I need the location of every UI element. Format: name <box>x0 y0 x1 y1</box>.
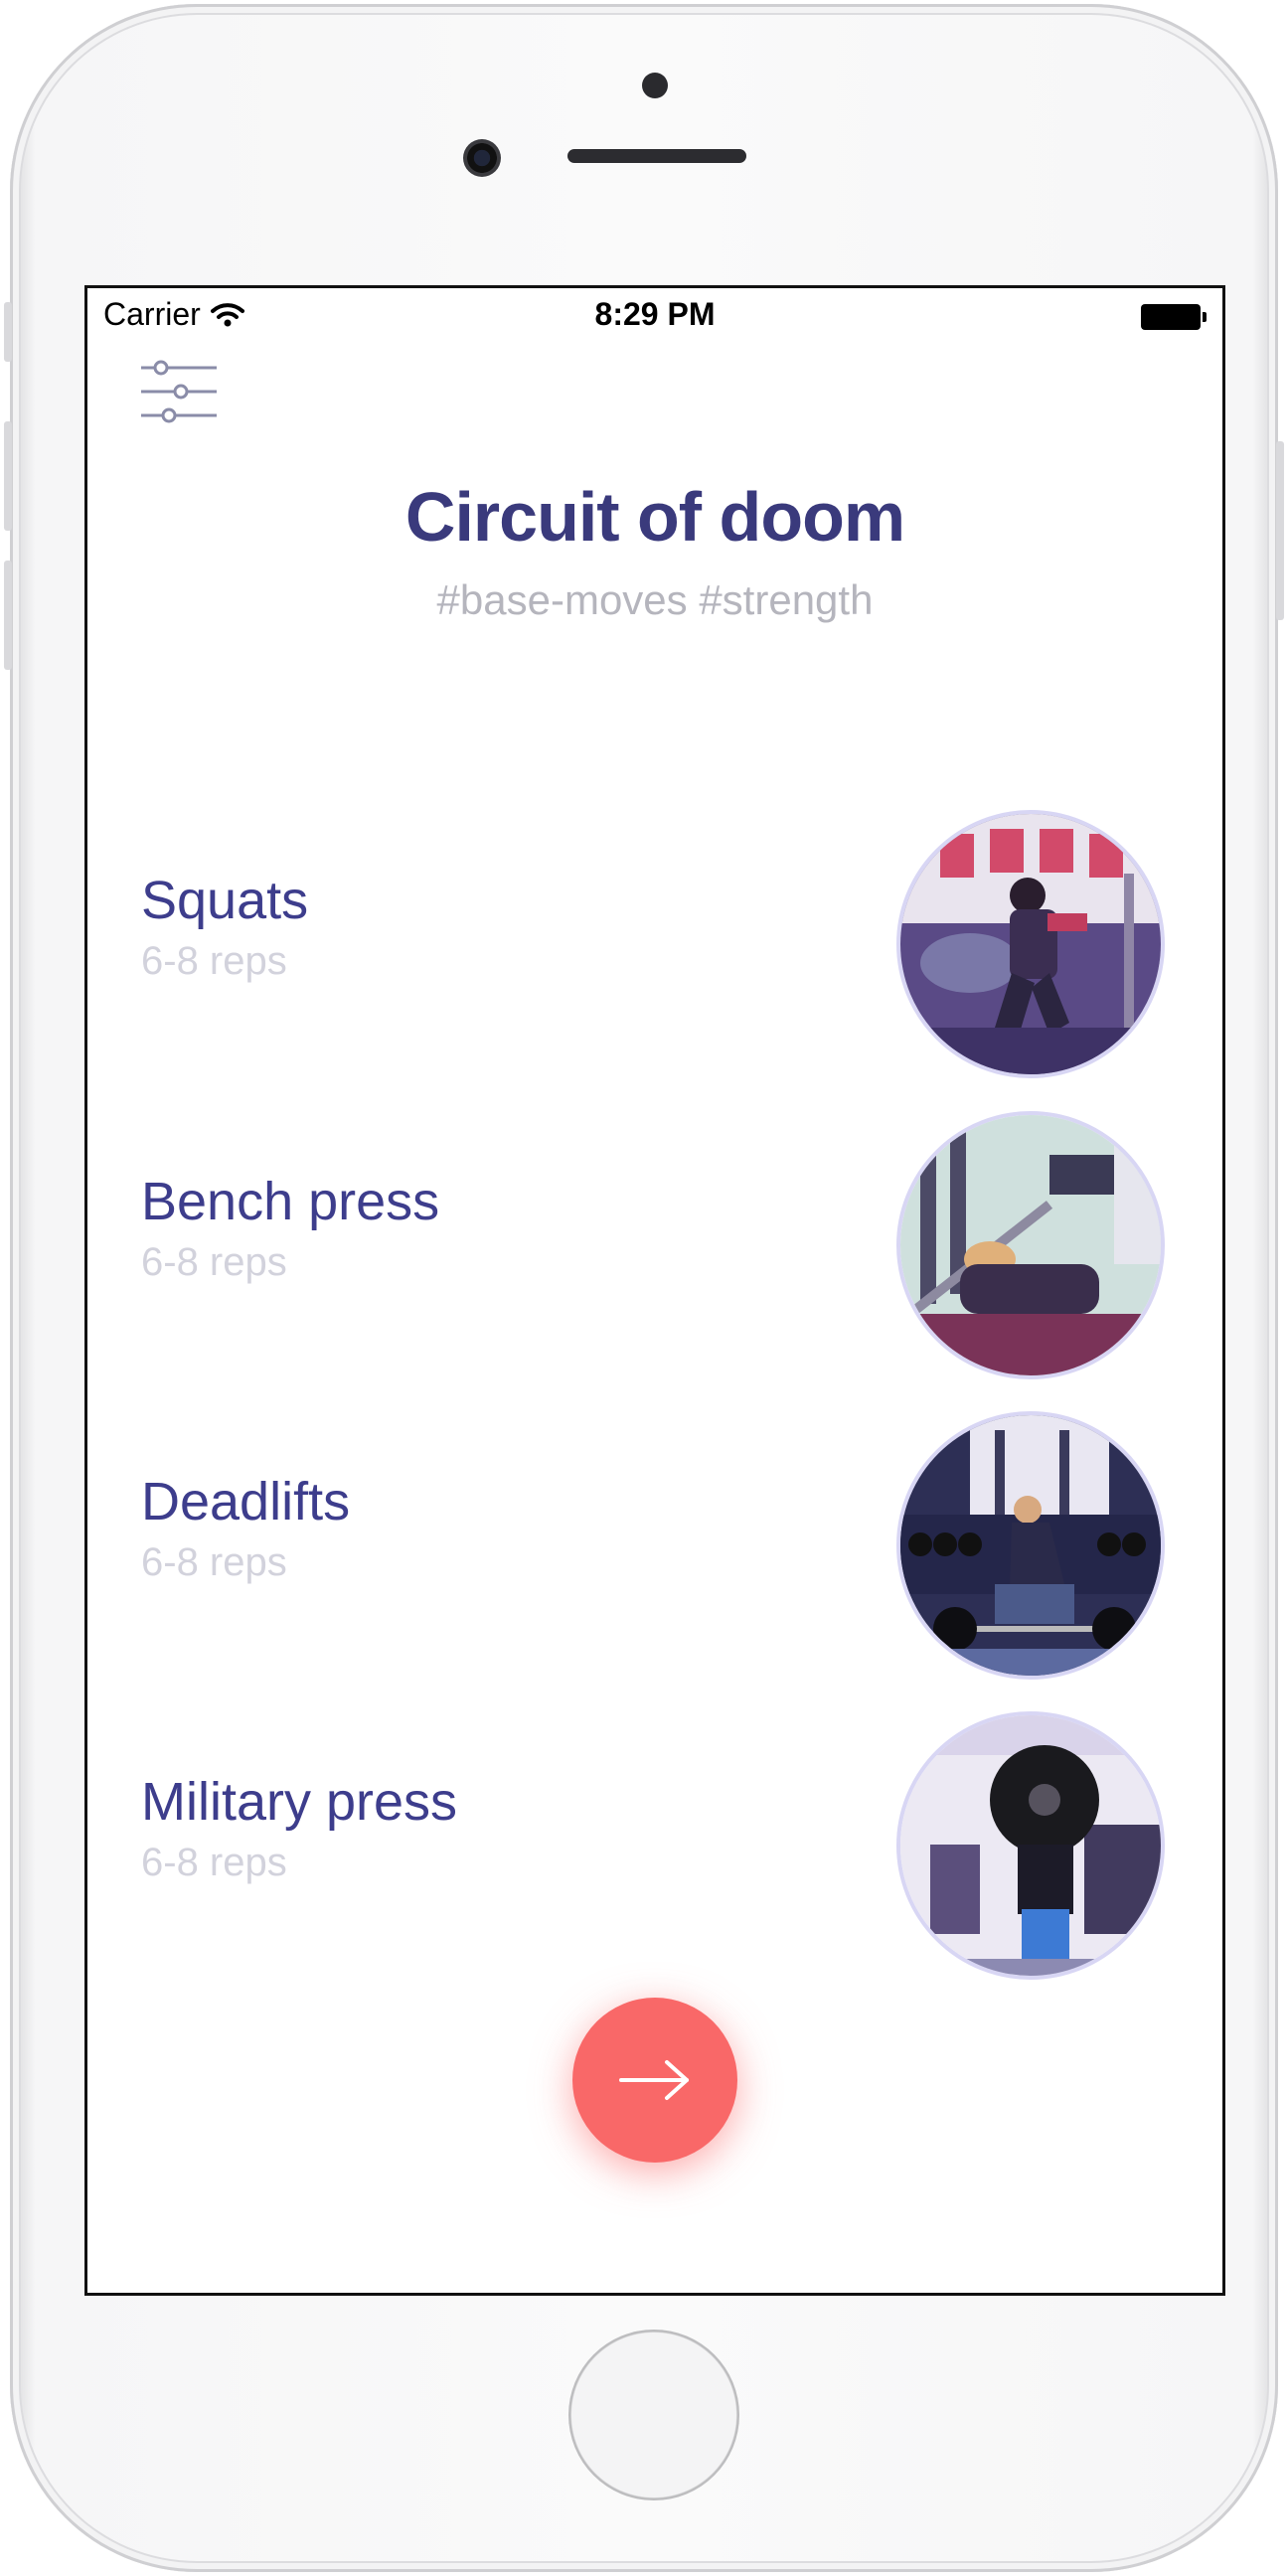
squat-photo <box>896 810 1165 1078</box>
volume-up-button <box>4 421 12 531</box>
proximity-sensor <box>642 73 668 98</box>
battery-icon <box>1141 304 1207 330</box>
volume-down-button <box>4 561 12 670</box>
exercise-name: Bench press <box>141 1172 440 1231</box>
exercise-reps: 6-8 reps <box>141 1841 287 1884</box>
exercise-item-deadlifts[interactable]: Deadlifts 6-8 reps <box>141 1411 1175 1686</box>
exercise-name: Military press <box>141 1772 458 1832</box>
sliders-icon <box>141 360 217 423</box>
phone-frame: Carrier 8:29 PM Circuit of doom #base-mo… <box>4 4 1284 2572</box>
earpiece-speaker <box>567 149 746 163</box>
exercise-reps: 6-8 reps <box>141 939 287 983</box>
workout-tags: #base-moves #strength <box>436 576 874 623</box>
exercise-reps: 6-8 reps <box>141 1540 287 1584</box>
power-button <box>1276 441 1284 620</box>
home-button[interactable] <box>568 2330 739 2500</box>
deadlift-photo <box>896 1411 1165 1680</box>
military-press-photo <box>896 1711 1165 1980</box>
exercise-item-military-press[interactable]: Military press 6-8 reps <box>141 1711 1175 1986</box>
exercise-reps: 6-8 reps <box>141 1240 287 1284</box>
exercise-item-bench-press[interactable]: Bench press 6-8 reps <box>141 1111 1175 1385</box>
mute-switch <box>4 302 12 362</box>
exercise-name: Deadlifts <box>141 1472 351 1531</box>
filter-settings-button[interactable] <box>139 358 219 425</box>
app-screen: Carrier 8:29 PM Circuit of doom #base-mo… <box>84 285 1225 2296</box>
exercise-item-squats[interactable]: Squats 6-8 reps <box>141 810 1175 1084</box>
workout-title: Circuit of doom <box>404 478 905 556</box>
clock: 8:29 PM <box>594 296 716 332</box>
status-bar: Carrier 8:29 PM <box>87 288 1222 344</box>
arrow-right-icon <box>619 2060 689 2100</box>
front-camera <box>463 139 501 177</box>
exercise-name: Squats <box>141 871 309 930</box>
bench-press-photo <box>896 1111 1165 1379</box>
next-button[interactable] <box>572 1998 737 2163</box>
